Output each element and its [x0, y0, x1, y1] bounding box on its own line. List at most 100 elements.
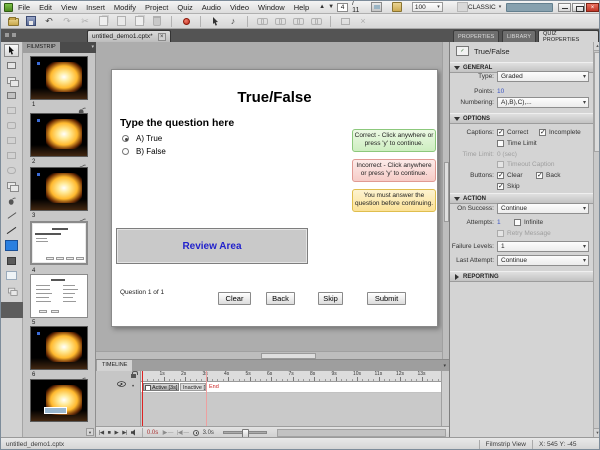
text-caption-tool[interactable]: [4, 59, 19, 72]
menu-item-modify[interactable]: Modify: [114, 3, 136, 12]
audio-icon[interactable]: ♪: [227, 15, 239, 27]
filmstrip-slide-5[interactable]: [30, 274, 88, 318]
skip-checkbox[interactable]: [497, 183, 504, 190]
fill-color-swatch[interactable]: [4, 239, 19, 252]
close-button[interactable]: ×: [586, 3, 599, 12]
on-success-dropdown[interactable]: Continue: [497, 203, 589, 214]
stroke-color-swatch[interactable]: [4, 254, 19, 267]
menu-item-edit[interactable]: Edit: [39, 3, 52, 12]
line-tool[interactable]: [4, 209, 19, 222]
no-fill-swatch[interactable]: [4, 269, 19, 282]
layer-visibility-dot[interactable]: •: [119, 384, 121, 390]
panel-menu-icon[interactable]: ▾: [443, 363, 446, 369]
section-reporting[interactable]: REPORTING: [450, 271, 594, 282]
answer-option-true[interactable]: A) True: [122, 134, 162, 143]
last-attempt-dropdown[interactable]: Continue: [497, 255, 589, 266]
active-segment[interactable]: Active [3s]: [143, 383, 179, 391]
timeline-ruler[interactable]: 1s2s3s4s5s6s7s8s9s10s11s12s13s: [141, 371, 441, 382]
canvas-horizontal-scrollbar[interactable]: [96, 351, 442, 359]
zoom-select[interactable]: 100 ▾: [412, 2, 443, 12]
pencil-tool[interactable]: [4, 224, 19, 237]
infinite-checkbox[interactable]: [514, 219, 521, 226]
clear-checkbox[interactable]: [497, 172, 504, 179]
menu-item-insert[interactable]: Insert: [86, 3, 105, 12]
save-icon[interactable]: [25, 15, 37, 27]
filmstrip-scroll-down-icon[interactable]: ▼: [86, 428, 94, 436]
publish-icon[interactable]: [392, 2, 402, 12]
section-options[interactable]: OPTIONS: [450, 113, 594, 124]
current-slide-input[interactable]: 4: [337, 3, 348, 12]
panel-scrollbar[interactable]: ▲ ▼: [593, 42, 600, 437]
correct-caption[interactable]: Correct - Click anywhere or press 'y' to…: [352, 129, 436, 152]
question-text[interactable]: Type the question here: [120, 117, 234, 129]
panel-menu-icon[interactable]: ▾: [91, 44, 94, 50]
timeline-scrollbar[interactable]: [441, 371, 449, 426]
tab-close-icon[interactable]: ×: [158, 33, 166, 41]
document-tab[interactable]: untitled_demo1.cptx* ×: [87, 30, 171, 42]
play-icon[interactable]: ▶: [115, 430, 119, 436]
preview-icon[interactable]: [371, 2, 381, 12]
menu-item-view[interactable]: View: [61, 3, 77, 12]
menu-item-video[interactable]: Video: [230, 3, 249, 12]
go-to-start-icon[interactable]: |◀: [99, 430, 104, 436]
scroll-up-icon[interactable]: ▲: [594, 42, 600, 51]
menu-item-help[interactable]: Help: [294, 3, 309, 12]
layer-lock-dot[interactable]: •: [132, 384, 134, 390]
filmstrip-slide-1[interactable]: [30, 56, 88, 100]
type-dropdown[interactable]: Graded: [497, 71, 589, 82]
mouse-pointer-icon[interactable]: [209, 15, 221, 27]
timeline-zoom-slider[interactable]: [223, 431, 267, 434]
timeline-tab[interactable]: TIMELINE: [97, 360, 132, 371]
next-slide-icon[interactable]: ▼: [328, 4, 334, 10]
tab-quiz-properties[interactable]: QUIZ PROPERTIES: [538, 30, 599, 42]
time-limit-checkbox[interactable]: [497, 140, 504, 147]
search-input[interactable]: [506, 3, 553, 12]
skip-button[interactable]: Skip: [318, 292, 343, 305]
menu-item-audio[interactable]: Audio: [202, 3, 221, 12]
inactive-segment[interactable]: Inactive [3...: [180, 383, 206, 391]
submit-button[interactable]: Submit: [367, 292, 406, 305]
minimize-button[interactable]: [558, 3, 571, 12]
workspace-select[interactable]: CLASSIC ▾: [468, 4, 501, 11]
attempts-value[interactable]: 1: [497, 217, 501, 228]
slide-title[interactable]: True/False: [112, 89, 437, 106]
answer-option-false[interactable]: B) False: [122, 147, 166, 156]
filmstrip-slide-7[interactable]: [30, 379, 88, 422]
stage-canvas[interactable]: True/False Type the question here A) Tru…: [96, 42, 449, 359]
menu-item-quiz[interactable]: Quiz: [177, 3, 192, 12]
correct-checkbox[interactable]: [497, 129, 504, 136]
points-value[interactable]: 10: [497, 86, 504, 97]
menu-item-file[interactable]: File: [18, 3, 30, 12]
menu-item-project[interactable]: Project: [145, 3, 168, 12]
filmstrip-slide-6[interactable]: [30, 326, 88, 370]
stop-icon[interactable]: ■: [108, 430, 111, 436]
undo-icon[interactable]: ↶: [43, 15, 55, 27]
radio-unselected-icon[interactable]: [122, 148, 129, 155]
mute-audio-icon[interactable]: [131, 429, 138, 436]
highlight-box-tool[interactable]: [4, 89, 19, 102]
incomplete-caption[interactable]: You must answer the question before cont…: [352, 189, 436, 212]
timeline-horizontal-scrollbar[interactable]: [277, 429, 446, 437]
rollover-slidelet-tool[interactable]: [4, 179, 19, 192]
radio-selected-icon[interactable]: [122, 135, 129, 142]
open-icon[interactable]: [7, 15, 19, 27]
selection-tool[interactable]: [4, 44, 19, 57]
scrollbar-thumb[interactable]: [594, 52, 600, 152]
filmstrip-slide-4-selected[interactable]: [30, 221, 88, 265]
numbering-dropdown[interactable]: A),B),C),...: [497, 97, 589, 108]
incorrect-caption[interactable]: Incorrect - Click anywhere or press 'y' …: [352, 159, 436, 182]
go-to-end-icon[interactable]: ▶|: [122, 430, 127, 436]
filmstrip-slide-2[interactable]: [30, 113, 88, 157]
record-icon[interactable]: [180, 15, 192, 27]
rollover-caption-tool[interactable]: [4, 74, 19, 87]
failure-levels-dropdown[interactable]: 1: [497, 241, 589, 252]
filmstrip-slide-3[interactable]: [30, 167, 88, 211]
swap-colors-icon[interactable]: [4, 284, 19, 297]
canvas-vertical-scrollbar[interactable]: [442, 42, 449, 359]
menu-item-window[interactable]: Window: [258, 3, 285, 12]
slide-stage[interactable]: True/False Type the question here A) Tru…: [111, 69, 438, 327]
lock-icon[interactable]: [131, 374, 136, 378]
mouse-tool[interactable]: [4, 194, 19, 207]
back-button[interactable]: Back: [266, 292, 295, 305]
restore-button[interactable]: [572, 3, 585, 12]
